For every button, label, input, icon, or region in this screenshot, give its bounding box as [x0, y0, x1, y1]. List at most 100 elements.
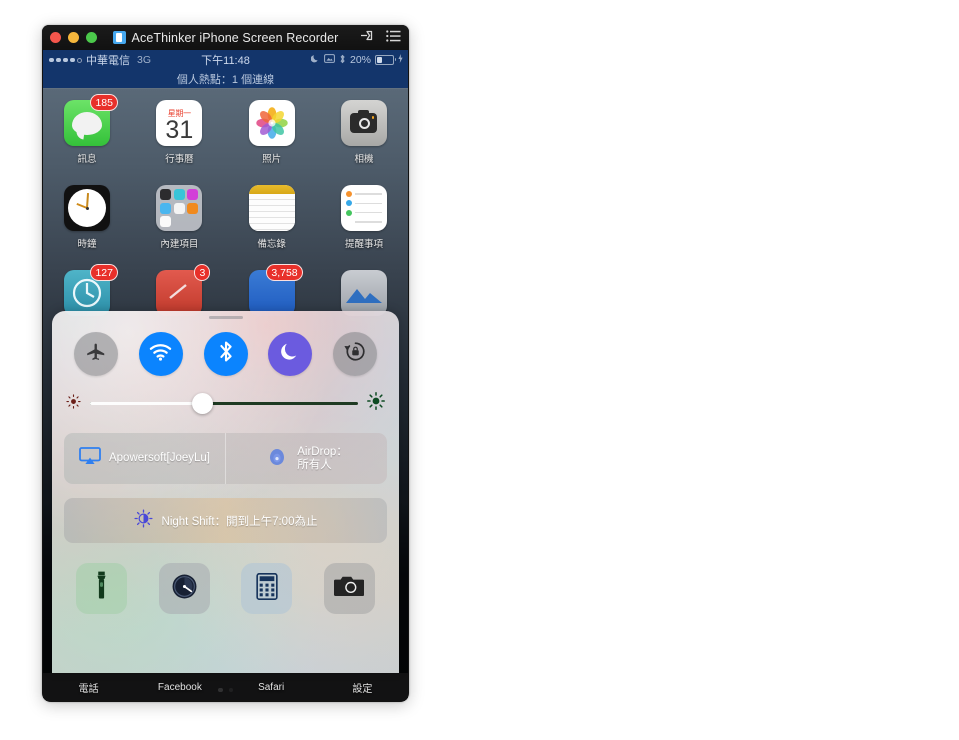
app-window: AceThinker iPhone Screen Recorder 中華電信 3…: [42, 25, 409, 702]
brightness-slider-fill: [90, 402, 203, 405]
ios-status-bar: 中華電信 3G 下午11:48 20%: [43, 50, 408, 70]
reminders-icon: [340, 185, 387, 231]
app-icon: [112, 31, 126, 44]
badge-count: 3,758: [266, 264, 303, 281]
lightning-bolt-icon: [398, 54, 403, 66]
airplay-mirroring-button[interactable]: Apowersoft[JoeyLu]: [64, 433, 225, 484]
personal-hotspot-banner: 個人熱點：1 個連線: [43, 70, 408, 88]
app-label: 時鐘: [77, 239, 97, 250]
night-shift-icon: [134, 508, 153, 533]
folder-icon: [156, 185, 203, 231]
airdrop-title: AirDrop：: [297, 445, 348, 458]
dock-item-facebook[interactable]: Facebook: [134, 682, 225, 693]
night-shift-label: Night Shift：開到上午7:00為止: [161, 515, 318, 528]
airdrop-button[interactable]: AirDrop： 所有人: [225, 433, 387, 484]
app-icon-photos[interactable]: 照片: [242, 100, 302, 165]
app-icon-teal[interactable]: 127: [57, 264, 118, 316]
calculator-button[interactable]: [241, 563, 293, 614]
bluetooth-icon: [339, 54, 346, 67]
icon-row: 127 3 3,758: [43, 250, 408, 316]
app-icon-blue[interactable]: 3,758: [242, 264, 303, 316]
airdrop-value: 所有人: [297, 458, 332, 471]
window-traffic-lights: [50, 32, 97, 43]
calendar-day: 31: [165, 116, 194, 144]
ios-dock: 電話 Facebook Safari 設定: [43, 673, 408, 701]
flashlight-icon: [95, 571, 108, 606]
wifi-icon: [149, 343, 172, 366]
app-label: 行事曆: [165, 154, 194, 165]
window-title: AceThinker iPhone Screen Recorder: [131, 30, 339, 45]
bluetooth-icon: [218, 340, 234, 368]
airplay-label: Apowersoft[JoeyLu]: [108, 452, 210, 464]
app-icon-clock[interactable]: 時鐘: [57, 185, 117, 250]
brightness-slider[interactable]: [90, 393, 358, 414]
rotation-lock-icon: [324, 54, 335, 66]
airplay-airdrop-row: Apowersoft[JoeyLu] AirDrop： 所有人: [64, 433, 387, 484]
badge-count: 185: [90, 94, 118, 111]
moon-icon: [280, 341, 301, 367]
timer-icon: [171, 573, 198, 605]
wifi-toggle[interactable]: [138, 332, 183, 376]
airplay-icon: [79, 447, 101, 470]
airdrop-label: AirDrop： 所有人: [297, 446, 347, 472]
night-shift-button[interactable]: Night Shift：開到上午7:00為止: [64, 498, 387, 543]
dock-item-safari[interactable]: Safari: [226, 682, 317, 693]
dock-item-phone[interactable]: 電話: [43, 680, 134, 695]
app-icon-red[interactable]: 3: [149, 264, 211, 316]
close-button[interactable]: [50, 32, 61, 43]
app-icon-gray[interactable]: [334, 270, 394, 316]
brightness-slider-knob[interactable]: [192, 393, 214, 414]
minimize-button[interactable]: [68, 32, 79, 43]
clock-icon: [64, 185, 110, 231]
airplane-mode-toggle[interactable]: [74, 332, 118, 376]
rotation-lock-icon: [343, 340, 367, 368]
screenshot-root: AceThinker iPhone Screen Recorder 中華電信 3…: [0, 0, 959, 740]
camera-icon: [340, 100, 387, 146]
calculator-icon: [256, 572, 278, 605]
app-folder-builtin[interactable]: 內建項目: [149, 185, 209, 250]
timer-button[interactable]: [158, 563, 210, 614]
app-label: 提醒事項: [344, 239, 383, 250]
app-label: 訊息: [77, 154, 97, 165]
sun-small-icon: [66, 393, 81, 414]
icon-row: 時鐘 內建項目 備忘錄 提醒事項: [43, 165, 408, 250]
camera-icon: [334, 574, 365, 603]
window-title-group: AceThinker iPhone Screen Recorder: [42, 25, 409, 50]
airplane-icon: [85, 341, 107, 368]
dock-item-settings[interactable]: 設定: [317, 680, 408, 695]
app-icon-calendar[interactable]: 星期一 31 行事曆: [149, 100, 209, 165]
icon-row: 185 訊息 星期一 31 行事曆 照片 相機: [43, 90, 408, 165]
app-icon-messages[interactable]: 185 訊息: [57, 94, 118, 165]
badge-count: 3: [194, 264, 211, 281]
control-center-shortcuts: [52, 543, 399, 614]
app-gray-icon: [340, 270, 387, 316]
app-label: 備忘錄: [257, 239, 286, 250]
app-icon-reminders[interactable]: 提醒事項: [334, 185, 394, 250]
home-screen-grid: 185 訊息 星期一 31 行事曆 照片 相機 時鐘 內建項目 備忘錄 提醒事項…: [43, 90, 408, 316]
photos-icon: [248, 100, 295, 146]
list-menu-icon[interactable]: [386, 29, 401, 47]
battery-icon: [375, 55, 396, 65]
app-icon-camera[interactable]: 相機: [334, 100, 394, 165]
rotation-lock-toggle[interactable]: [333, 332, 377, 376]
control-center-toggles: [52, 319, 399, 376]
bluetooth-toggle[interactable]: [203, 332, 248, 376]
iphone-screen-mirror: 中華電信 3G 下午11:48 20% 個人熱點：1 個連線 185 訊息 星期…: [43, 50, 408, 701]
window-titlebar: AceThinker iPhone Screen Recorder: [42, 25, 409, 50]
maximize-button[interactable]: [86, 32, 97, 43]
app-icon-notes[interactable]: 備忘錄: [242, 185, 302, 250]
camera-button[interactable]: [323, 563, 375, 614]
app-label: 相機: [354, 154, 374, 165]
pin-icon[interactable]: [360, 29, 375, 47]
control-center-panel: Apowersoft[JoeyLu] AirDrop： 所有人 Night Sh…: [52, 311, 399, 673]
calendar-icon: 星期一 31: [156, 100, 203, 146]
app-label: 內建項目: [160, 239, 199, 250]
flashlight-button[interactable]: [76, 563, 127, 614]
status-bar-right: 20%: [310, 54, 403, 67]
moon-icon: [310, 54, 320, 66]
airdrop-icon: [265, 444, 289, 473]
battery-percent: 20%: [349, 54, 371, 66]
do-not-disturb-toggle[interactable]: [268, 332, 313, 376]
brightness-slider-row: [52, 376, 399, 415]
badge-count: 127: [90, 264, 118, 281]
